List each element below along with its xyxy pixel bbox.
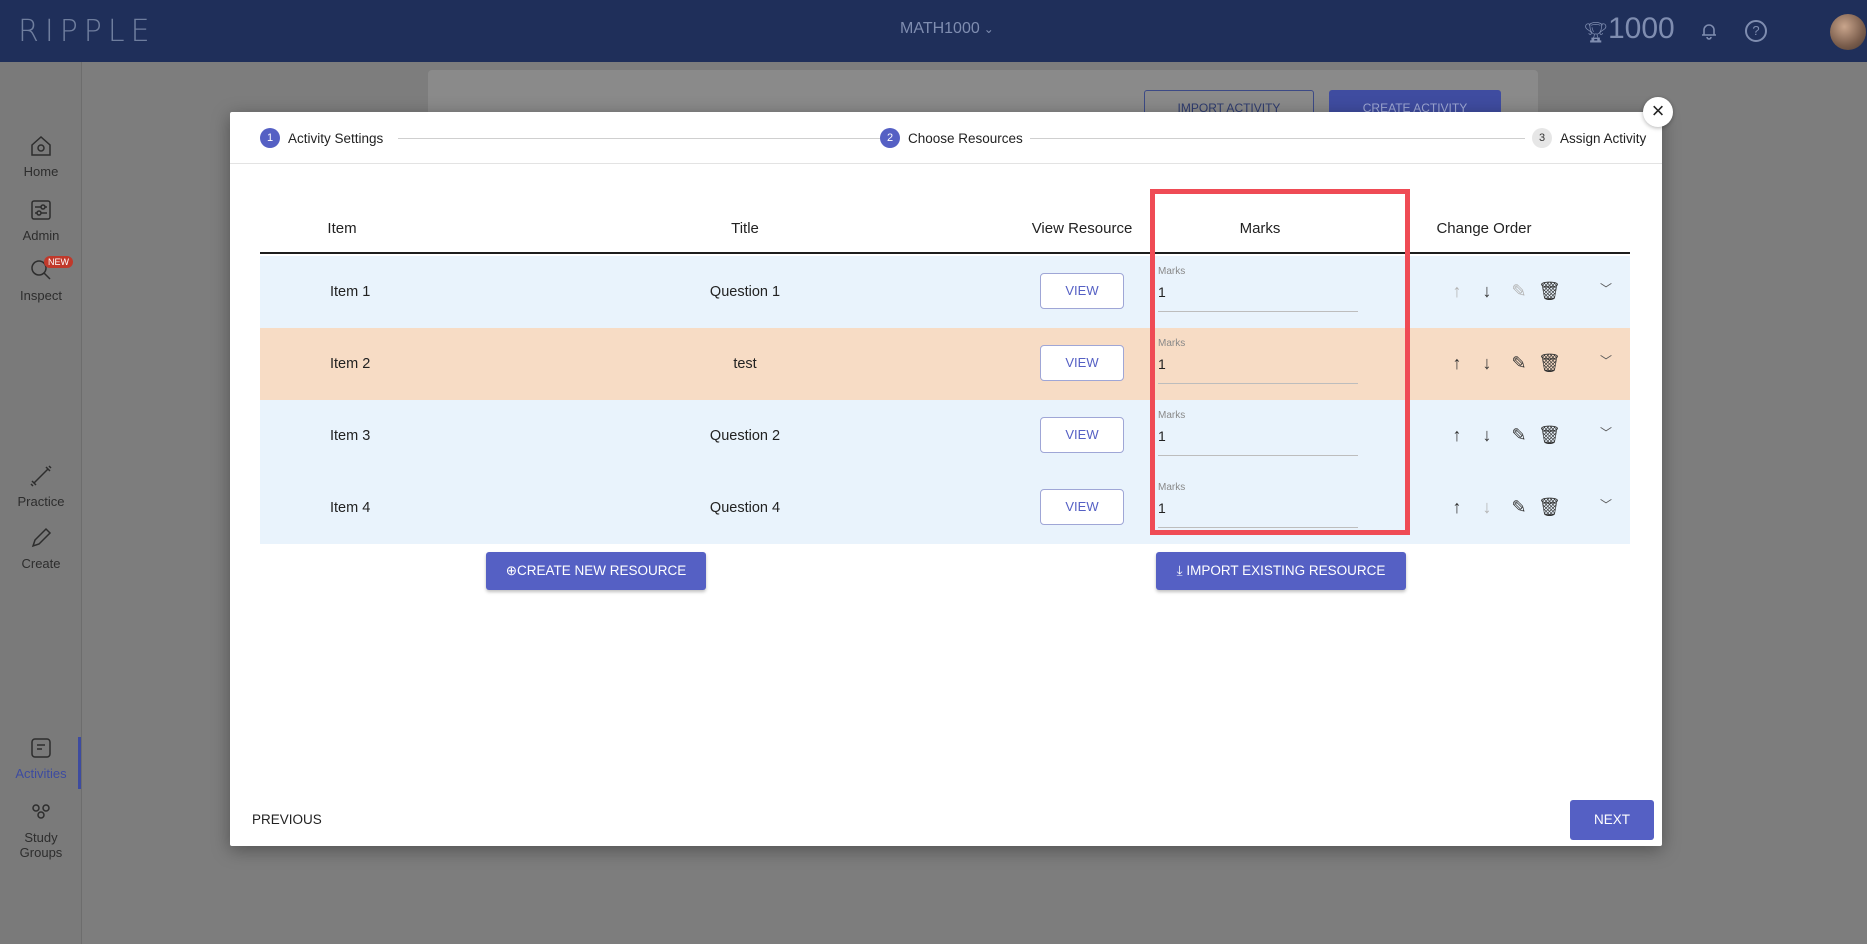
step-connector [398,138,880,139]
chevron-down-icon[interactable]: ﹀ [1600,280,1612,297]
column-header-view: View Resource [1031,220,1133,237]
title-cell: Question 4 [709,500,781,516]
table-row: Item 4 Question 4 VIEW Marks 1 ↑ ↓ ✎ 🗑︎ … [260,472,1630,544]
points-counter: 1000 [1608,12,1675,45]
button-label: IMPORT EXISTING RESOURCE [1186,563,1386,578]
view-button[interactable]: VIEW [1040,273,1124,309]
delete-icon[interactable]: 🗑︎ [1538,280,1561,302]
step-label: Activity Settings [288,130,384,146]
sidebar-item-label: Study Groups [19,830,63,860]
avatar[interactable] [1830,14,1866,50]
arrow-up-icon[interactable]: ↑ [1446,496,1468,518]
active-indicator [78,737,81,789]
table-row: Item 3 Question 2 VIEW Marks 1 ↑ ↓ ✎ 🗑︎ … [260,400,1630,472]
table-header: Item Title View Resource Marks Change Or… [260,200,1630,254]
next-button[interactable]: NEXT [1570,800,1654,840]
item-cell: Item 4 [330,500,371,516]
sidebar-item-label: Practice [17,494,65,509]
sidebar-item-label: Home [23,164,59,179]
step-label: Choose Resources [908,130,1023,146]
step-label: Assign Activity [1560,130,1647,146]
arrow-up-icon[interactable]: ↑ [1446,424,1468,446]
delete-icon[interactable]: 🗑︎ [1538,496,1561,518]
app-logo[interactable]: RIPPLE [18,14,156,49]
step-number: 1 [260,128,280,148]
home-icon [28,134,54,160]
sidebar-item-activities[interactable]: Activities [0,736,82,781]
step-choose-resources[interactable]: 2 Choose Resources [880,128,1023,148]
import-existing-resource-button[interactable]: ⤓ IMPORT EXISTING RESOURCE [1156,552,1406,590]
activity-modal: 1 Activity Settings 2 Choose Resources 3… [230,112,1662,846]
chevron-down-icon[interactable]: ﹀ [1600,496,1612,513]
sidebar-item-label: Create [21,556,61,571]
view-button[interactable]: VIEW [1040,345,1124,381]
edit-icon[interactable]: ✎ [1508,352,1530,374]
title-cell: Question 1 [709,284,781,300]
column-header-change-order: Change Order [1436,220,1532,237]
edit-icon[interactable]: ✎ [1508,424,1530,446]
arrow-up-icon[interactable]: ↑ [1446,352,1468,374]
sidebar-item-admin[interactable]: Admin [0,198,82,243]
pencil-icon [28,526,54,552]
chevron-down-icon: ⌄ [983,22,994,36]
course-name: MATH1000 [900,20,980,37]
arrow-down-icon[interactable]: ↓ [1476,496,1498,518]
step-connector [1030,138,1525,139]
activities-icon [28,736,54,762]
download-icon: ⤓ [1176,563,1187,578]
sidebar: Home Admin Inspect Practice Create Activ… [0,62,82,944]
edit-icon[interactable]: ✎ [1508,496,1530,518]
sidebar-item-label: Inspect [20,288,62,303]
delete-icon[interactable]: 🗑︎ [1538,352,1561,374]
arrow-down-icon[interactable]: ↓ [1476,280,1498,302]
column-header-item: Item [327,220,357,237]
close-icon[interactable]: × [1643,97,1673,127]
sidebar-item-home[interactable]: Home [0,134,82,179]
step-number: 2 [880,128,900,148]
create-new-resource-button[interactable]: ⊕CREATE NEW RESOURCE [486,552,706,590]
step-activity-settings[interactable]: 1 Activity Settings [260,128,383,148]
title-cell: test [733,356,757,372]
edit-icon[interactable]: ✎ [1508,280,1530,302]
item-cell: Item 2 [330,356,371,372]
dumbbell-icon [28,464,54,490]
table-row: Item 1 Question 1 VIEW Marks 1 ↑ ↓ ✎ 🗑︎ … [260,256,1630,328]
help-icon[interactable]: ? [1745,20,1767,42]
sidebar-item-practice[interactable]: Practice [0,464,82,509]
item-cell: Item 1 [330,284,371,300]
sidebar-item-study-groups[interactable]: Study Groups [0,800,82,860]
chevron-down-icon[interactable]: ﹀ [1600,352,1612,369]
add-circle-icon: ⊕ [505,563,518,578]
view-button[interactable]: VIEW [1040,489,1124,525]
step-assign-activity[interactable]: 3 Assign Activity [1532,128,1646,148]
top-bar: RIPPLE MATH1000 ⌄ 🏆︎ 1000 ? [0,0,1867,62]
admin-icon [28,198,54,224]
step-number: 3 [1532,128,1552,148]
delete-icon[interactable]: 🗑︎ [1538,424,1561,446]
table-row: Item 2 test VIEW Marks 1 ↑ ↓ ✎ 🗑︎ ﹀ [260,328,1630,400]
column-header-title: Title [731,220,759,237]
groups-icon [28,800,54,826]
view-button[interactable]: VIEW [1040,417,1124,453]
title-cell: Question 2 [709,428,781,444]
arrow-down-icon[interactable]: ↓ [1476,424,1498,446]
arrow-up-icon[interactable]: ↑ [1446,280,1468,302]
button-label: CREATE NEW RESOURCE [517,563,687,578]
stepper: 1 Activity Settings 2 Choose Resources 3… [230,112,1662,164]
marks-column-highlight [1150,189,1410,535]
previous-button[interactable]: PREVIOUS [252,812,322,827]
item-cell: Item 3 [330,428,371,444]
chevron-down-icon[interactable]: ﹀ [1600,424,1612,441]
trophy-icon: 🏆︎ [1583,22,1609,44]
sidebar-item-label: Activities [15,766,67,781]
arrow-down-icon[interactable]: ↓ [1476,352,1498,374]
bell-icon[interactable] [1700,22,1718,40]
course-selector[interactable]: MATH1000 ⌄ [900,20,994,38]
sidebar-item-label: Admin [22,228,60,243]
sidebar-item-create[interactable]: Create [0,526,82,571]
new-badge: NEW [44,256,73,268]
